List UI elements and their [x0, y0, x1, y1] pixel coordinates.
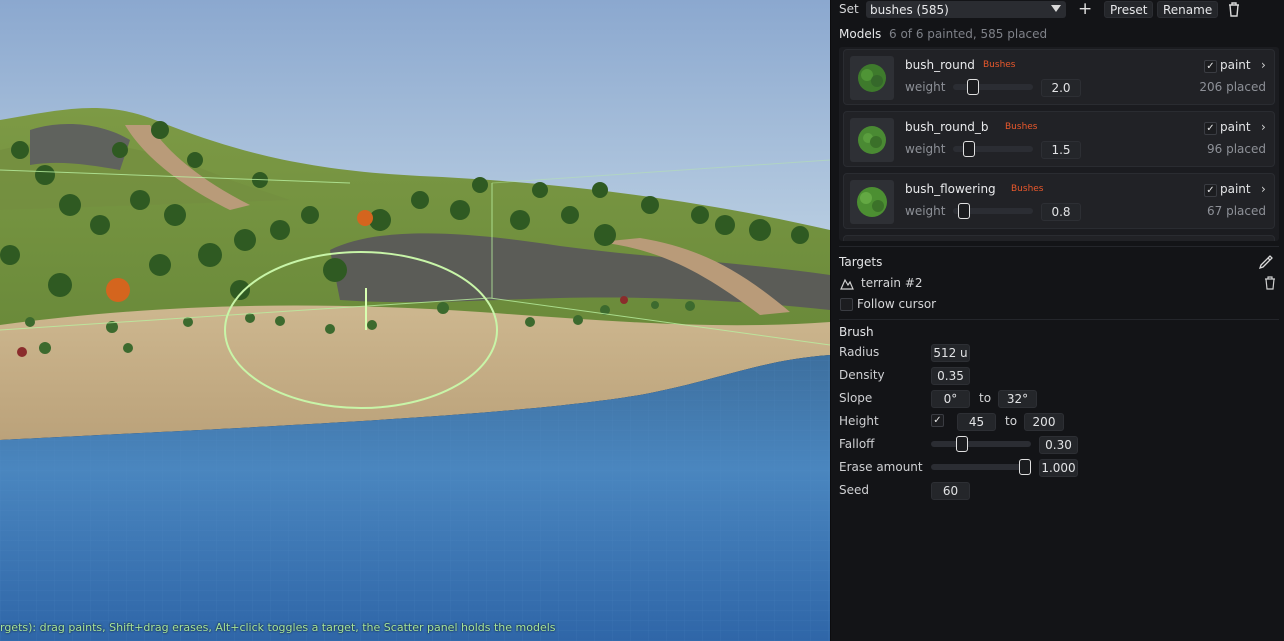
- section-divider: [839, 246, 1279, 247]
- weight-field[interactable]: 2.0: [1041, 79, 1081, 97]
- follow-cursor-label: Follow cursor: [857, 297, 937, 311]
- chevron-right-icon[interactable]: ›: [1261, 182, 1266, 196]
- height-checkbox[interactable]: ✓: [931, 414, 944, 427]
- targets-title: Targets: [839, 255, 883, 269]
- status-hint-text: rgets): drag paints, Shift+drag erases, …: [0, 621, 556, 634]
- scene-render[interactable]: [0, 0, 830, 641]
- paint-checkbox[interactable]: ✓: [1204, 60, 1217, 73]
- density-label: Density: [839, 368, 885, 382]
- weight-slider-knob[interactable]: [958, 203, 970, 219]
- trash-icon[interactable]: [1264, 276, 1276, 290]
- weight-label: weight: [905, 142, 946, 156]
- model-card[interactable]: bush_round_b Bushes weight 1.5 ✓ paint ›…: [843, 111, 1275, 167]
- paint-checkbox[interactable]: ✓: [1204, 122, 1217, 135]
- model-name: bush_round: [905, 58, 975, 72]
- set-dropdown-value: bushes (585): [870, 2, 949, 17]
- paint-checkbox[interactable]: ✓: [1204, 184, 1217, 197]
- models-summary: 6 of 6 painted, 585 placed: [889, 27, 1048, 41]
- falloff-slider-knob[interactable]: [956, 436, 968, 452]
- placed-count: 67 placed: [1207, 204, 1266, 218]
- slope-max-field[interactable]: 32°: [998, 390, 1037, 408]
- placed-count: 206 placed: [1199, 80, 1266, 94]
- model-card[interactable]: bush_flowering Bushes weight 0.8 ✓ paint…: [843, 173, 1275, 229]
- section-divider: [839, 319, 1279, 320]
- model-thumbnail: [850, 180, 894, 224]
- set-label: Set: [839, 2, 859, 16]
- model-name: bush_round_b: [905, 120, 989, 134]
- model-card[interactable]: [843, 235, 1275, 241]
- trash-icon[interactable]: [1227, 1, 1241, 17]
- falloff-label: Falloff: [839, 437, 875, 451]
- placed-count: 96 placed: [1207, 142, 1266, 156]
- terrain-icon: [840, 277, 854, 290]
- weight-slider[interactable]: [953, 84, 1033, 90]
- height-min-field[interactable]: 45: [957, 413, 996, 431]
- model-tag: Bushes: [983, 60, 1016, 70]
- scene-viewport[interactable]: rgets): drag paints, Shift+drag erases, …: [0, 0, 830, 641]
- chevron-right-icon[interactable]: ›: [1261, 120, 1266, 134]
- erase-amount-field[interactable]: 1.000: [1039, 459, 1078, 477]
- target-item-label[interactable]: terrain #2: [861, 276, 923, 290]
- plus-icon[interactable]: +: [1078, 0, 1092, 18]
- model-tag: Bushes: [1011, 184, 1044, 194]
- seed-field[interactable]: 60: [931, 482, 970, 500]
- set-dropdown[interactable]: bushes (585): [866, 1, 1066, 18]
- preset-button[interactable]: Preset: [1104, 1, 1154, 18]
- weight-slider-knob[interactable]: [967, 79, 979, 95]
- model-tag: Bushes: [1005, 122, 1038, 132]
- rename-button[interactable]: Rename: [1157, 1, 1219, 18]
- paint-label: paint: [1220, 182, 1251, 196]
- erase-amount-slider-knob[interactable]: [1019, 459, 1031, 475]
- height-label: Height: [839, 414, 879, 428]
- weight-field[interactable]: 1.5: [1041, 141, 1081, 159]
- follow-cursor-checkbox[interactable]: [840, 298, 853, 311]
- erase-amount-slider[interactable]: [931, 464, 1031, 470]
- paint-label: paint: [1220, 120, 1251, 134]
- falloff-field[interactable]: 0.30: [1039, 436, 1078, 454]
- model-thumbnail: [850, 118, 894, 162]
- seed-label: Seed: [839, 483, 869, 497]
- falloff-slider[interactable]: [931, 441, 1031, 447]
- brush-title: Brush: [839, 325, 874, 339]
- weight-label: weight: [905, 80, 946, 94]
- chevron-down-icon: [1051, 5, 1061, 12]
- weight-label: weight: [905, 204, 946, 218]
- models-title: Models: [839, 27, 882, 41]
- radius-label: Radius: [839, 345, 880, 359]
- model-name: bush_flowering: [905, 182, 996, 196]
- radius-field[interactable]: 512 u: [931, 344, 970, 362]
- slope-min-field[interactable]: 0°: [931, 390, 970, 408]
- erase-amount-label: Erase amount: [839, 460, 923, 474]
- slope-label: Slope: [839, 391, 873, 405]
- model-thumbnail: [850, 56, 894, 100]
- weight-field[interactable]: 0.8: [1041, 203, 1081, 221]
- density-field[interactable]: 0.35: [931, 367, 970, 385]
- model-card[interactable]: bush_round Bushes weight 2.0 ✓ paint › 2…: [843, 49, 1275, 105]
- chevron-right-icon[interactable]: ›: [1261, 58, 1266, 72]
- height-max-field[interactable]: 200: [1024, 413, 1064, 431]
- height-to-label: to: [1005, 414, 1018, 428]
- weight-slider-knob[interactable]: [963, 141, 975, 157]
- models-list: bush_round Bushes weight 2.0 ✓ paint › 2…: [839, 47, 1279, 241]
- eyedropper-icon[interactable]: [1258, 254, 1274, 270]
- paint-label: paint: [1220, 58, 1251, 72]
- slope-to-label: to: [979, 391, 992, 405]
